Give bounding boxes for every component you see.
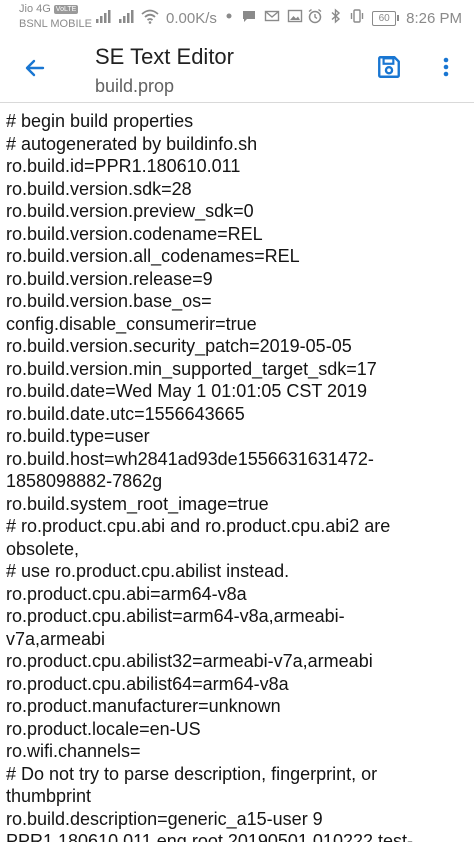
clock: 8:26 PM [406,9,462,27]
bluetooth-icon [330,8,342,28]
carrier-info: Jio 4G VoLTE BSNL MOBILE [19,3,92,30]
editor-line[interactable]: ro.build.system_root_image=true [6,493,468,516]
notification-dot-icon [224,8,234,28]
wifi-icon [141,8,159,28]
screen: Jio 4G VoLTE BSNL MOBILE 0.00K/s 60 8:26… [0,0,474,842]
editor-line[interactable]: ro.build.host=wh2841ad93de1556631631472- [6,448,468,471]
editor-line[interactable]: ro.product.cpu.abilist32=armeabi-v7a,arm… [6,650,468,673]
editor-line[interactable]: # autogenerated by buildinfo.sh [6,133,468,156]
status-bar: Jio 4G VoLTE BSNL MOBILE 0.00K/s 60 8:26… [0,0,474,36]
battery-tip [397,15,400,21]
alarm-icon [307,8,323,28]
editor-line[interactable]: ro.product.manufacturer=unknown [6,695,468,718]
editor-line[interactable]: ro.build.version.base_os= [6,290,468,313]
editor-line[interactable]: config.disable_consumerir=true [6,313,468,336]
app-bar: SE Text Editor build.prop [0,36,474,103]
vibrate-icon [349,8,365,28]
editor-line[interactable]: ro.product.cpu.abi=arm64-v8a [6,583,468,606]
file-name: build.prop [95,76,175,96]
save-icon [376,54,402,85]
status-right-icons: 60 8:26 PM [307,8,462,28]
editor-line[interactable]: # ro.product.cpu.abi and ro.product.cpu.… [6,515,468,538]
editor-line[interactable]: ro.build.version.sdk=28 [6,178,468,201]
editor-line[interactable]: ro.build.date=Wed May 1 01:01:05 CST 201… [6,380,468,403]
battery-level: 60 [372,10,397,26]
editor-line[interactable]: ro.build.type=user [6,425,468,448]
mail-icon [264,8,280,28]
more-vert-icon [442,55,450,84]
editor-line[interactable]: # use ro.product.cpu.abilist instead. [6,560,468,583]
arrow-back-icon [23,56,47,85]
editor-line[interactable]: ro.build.date.utc=1556643665 [6,403,468,426]
carrier-bottom: BSNL MOBILE [19,18,92,30]
editor-line[interactable]: ro.wifi.channels= [6,740,468,763]
editor-line[interactable]: ro.product.locale=en-US [6,718,468,741]
more-options-button[interactable] [434,53,458,85]
image-icon [287,8,303,28]
editor-line[interactable]: ro.build.version.security_patch=2019-05-… [6,335,468,358]
editor-line[interactable]: ro.build.description=generic_a15-user 9 [6,808,468,831]
app-title: SE Text Editor [95,44,234,69]
editor-line[interactable]: ro.product.cpu.abilist=arm64-v8a,armeabi… [6,605,468,628]
editor-line[interactable]: # begin build properties [6,110,468,133]
editor-line[interactable]: ro.build.version.preview_sdk=0 [6,200,468,223]
network-speed: 0.00K/s [166,9,217,27]
editor-line[interactable]: ro.product.cpu.abilist64=arm64-v8a [6,673,468,696]
editor-line[interactable]: 1858098882-7862g [6,470,468,493]
editor-line[interactable]: ro.build.version.min_supported_target_sd… [6,358,468,381]
editor-line[interactable]: # Do not try to parse description, finge… [6,763,468,786]
editor-line[interactable]: thumbprint [6,785,468,808]
editor-line[interactable]: v7a,armeabi [6,628,468,651]
signal-icon [95,8,111,28]
editor-line[interactable]: PPR1.180610.011 eng.root.20190501.010222… [6,830,468,842]
back-button[interactable] [20,55,50,85]
text-editor[interactable]: # begin build properties # autogenerated … [6,110,468,842]
editor-line[interactable]: ro.build.version.release=9 [6,268,468,291]
battery-icon: 60 [372,10,400,26]
editor-line[interactable]: obsolete, [6,538,468,561]
editor-line[interactable]: ro.build.version.codename=REL [6,223,468,246]
carrier-top: Jio 4G [19,3,51,15]
editor-line[interactable]: ro.build.version.all_codenames=REL [6,245,468,268]
status-left-icons: 0.00K/s [95,8,303,28]
editor-line[interactable]: ro.build.id=PPR1.180610.011 [6,155,468,178]
signal-icon-2 [118,8,134,28]
volte-badge: VoLTE [53,4,79,14]
chat-icon [241,8,257,28]
save-button[interactable] [373,53,405,85]
